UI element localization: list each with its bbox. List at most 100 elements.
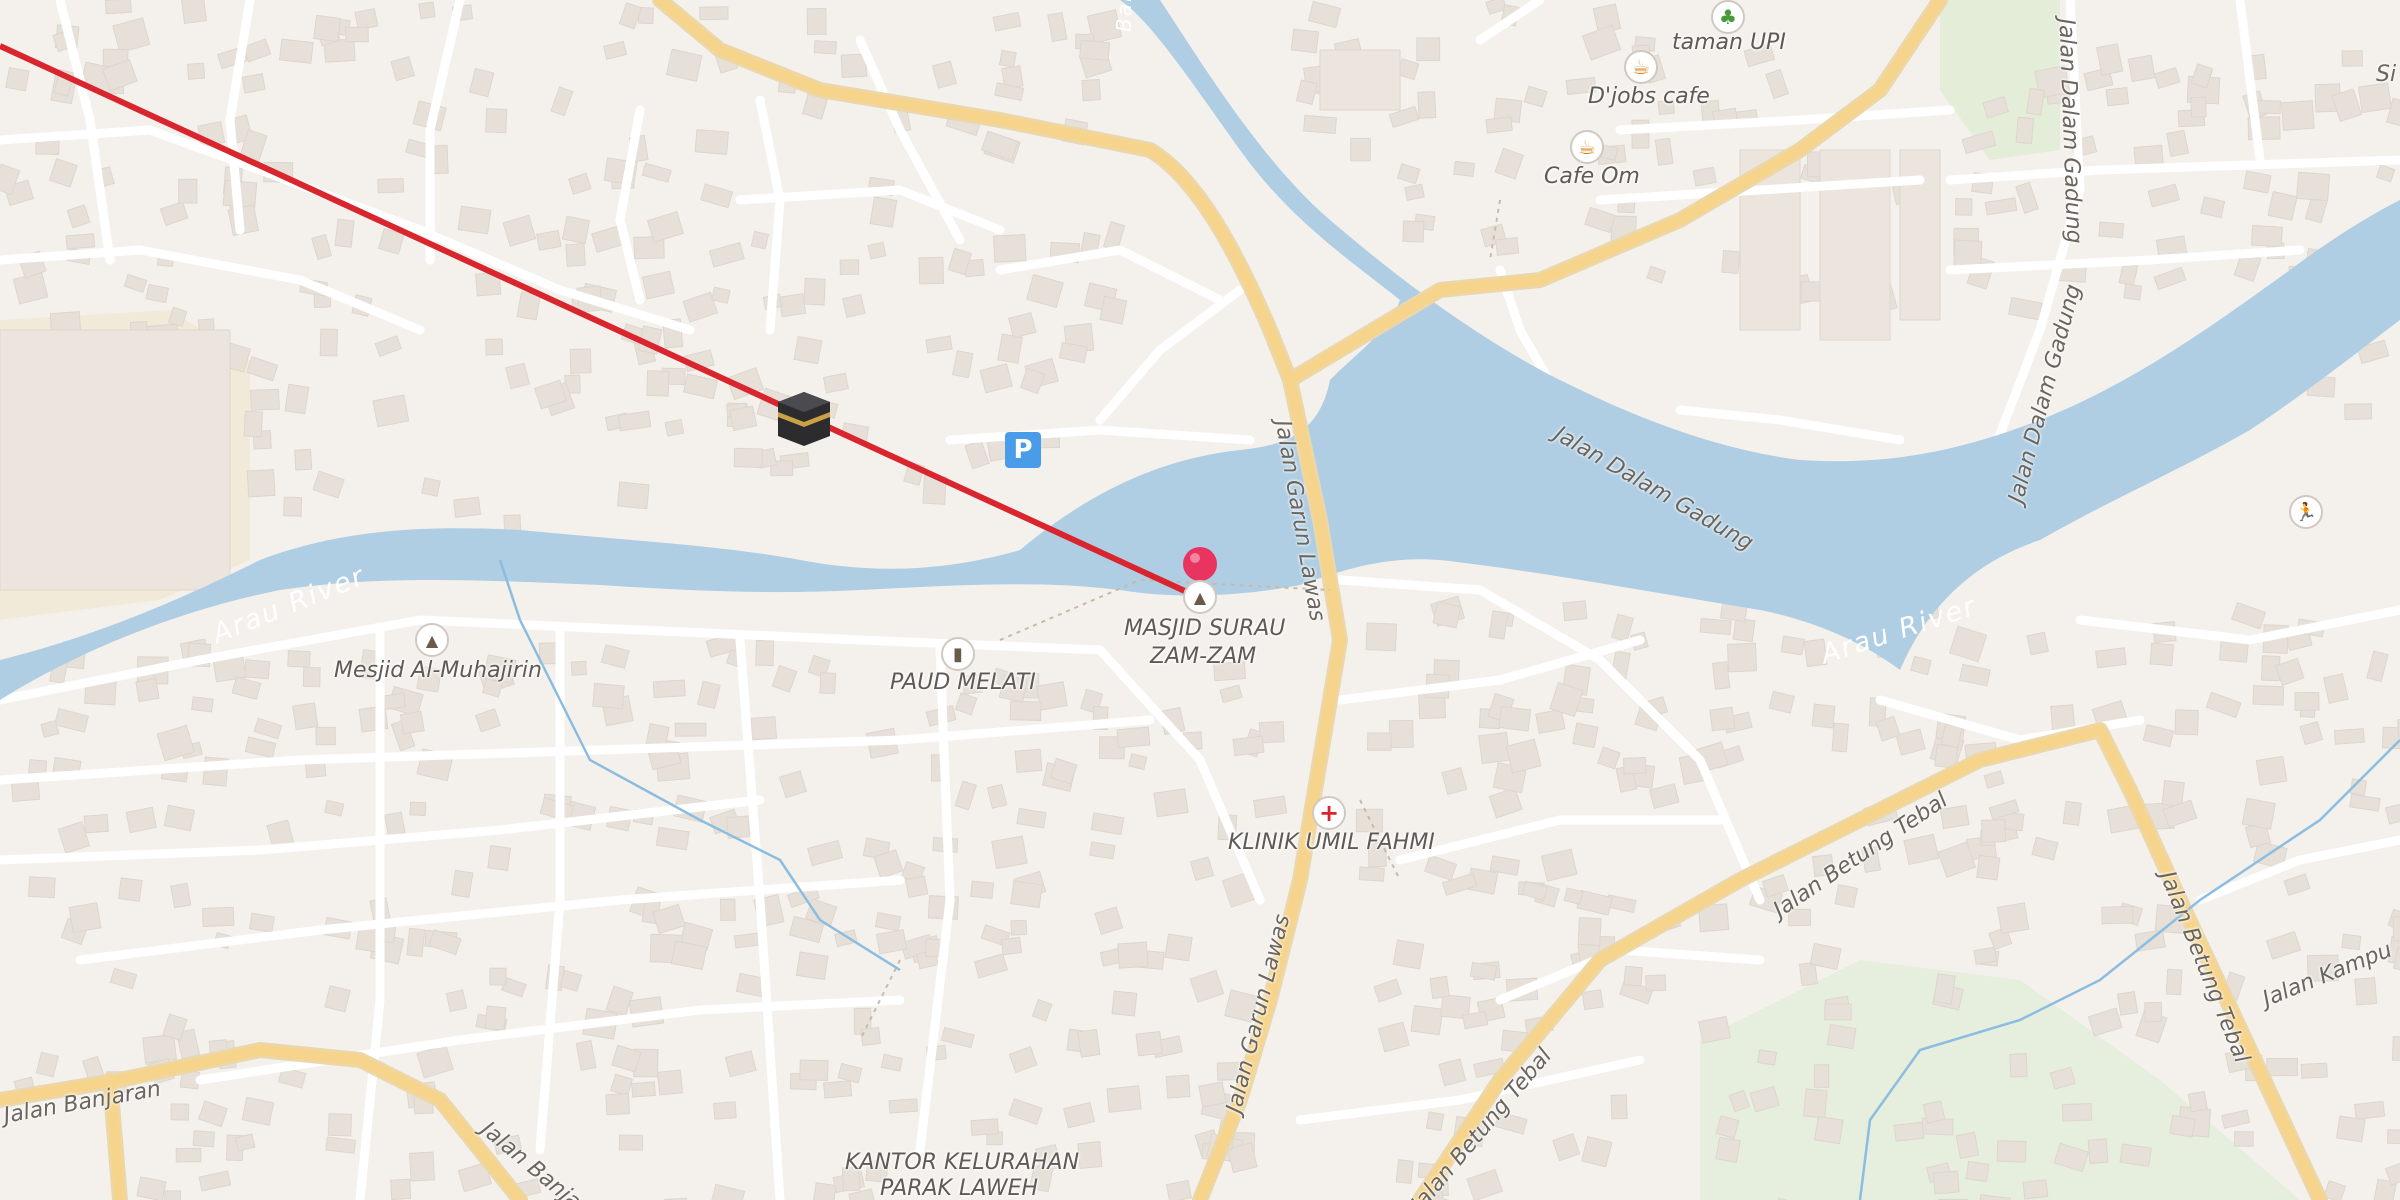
label-djobs-cafe[interactable]: D'jobs cafe — [1588, 84, 1710, 109]
building — [1106, 1085, 1142, 1113]
building — [1099, 295, 1128, 325]
label-klinik-umil-fahmi[interactable]: KLINIK UMIL FAHMI — [1228, 830, 1435, 855]
building — [145, 283, 170, 304]
mosque-icon[interactable]: ▲ — [1183, 580, 1217, 614]
building — [2221, 1109, 2251, 1129]
building — [646, 211, 685, 243]
building — [1584, 206, 1616, 234]
building — [1485, 116, 1513, 134]
cafe-icon[interactable]: ☕ — [1570, 130, 1604, 164]
building — [664, 418, 685, 437]
building — [1581, 24, 1622, 61]
building — [1164, 933, 1193, 962]
building — [1388, 719, 1414, 749]
label-kantor-line2[interactable]: PARAK LAWEH — [880, 1176, 1038, 1200]
building — [241, 1096, 275, 1126]
building — [2242, 170, 2272, 194]
building — [1932, 1170, 1960, 1195]
building — [1014, 748, 1043, 773]
label-masjid-surau-line2[interactable]: ZAM-ZAM — [1150, 644, 1256, 669]
building — [198, 1170, 232, 1192]
building — [1813, 1064, 1830, 1088]
cafe-glyph: ☕ — [1632, 55, 1650, 79]
cafe-icon[interactable]: ☕ — [1624, 50, 1658, 84]
building — [2190, 96, 2207, 118]
building — [616, 481, 650, 510]
building — [104, 0, 132, 15]
building — [390, 1178, 412, 1200]
label-taman-upi[interactable]: taman UPI — [1672, 30, 1786, 55]
building — [1563, 887, 1584, 906]
building — [755, 639, 775, 667]
building — [869, 196, 898, 228]
building — [405, 138, 430, 159]
building — [880, 1053, 904, 1072]
building — [418, 1, 436, 20]
label-masjid-surau-line1[interactable]: MASJID SURAU — [1124, 616, 1285, 641]
building — [992, 11, 1022, 32]
label-kantor-line1[interactable]: KANTOR KELURAHAN — [845, 1150, 1079, 1175]
label-cafe-om[interactable]: Cafe Om — [1544, 164, 1640, 189]
building — [244, 736, 277, 759]
building — [1577, 916, 1602, 947]
building — [750, 230, 770, 250]
mosque-icon[interactable]: ▲ — [415, 623, 449, 657]
building — [1495, 236, 1520, 257]
building — [246, 356, 279, 382]
building — [1910, 655, 1932, 676]
building — [1955, 198, 1973, 216]
building — [2199, 196, 2226, 219]
building — [2015, 181, 2039, 214]
building — [1826, 1023, 1857, 1050]
building — [600, 644, 630, 669]
building — [12, 271, 49, 305]
tree-icon[interactable]: ♣ — [1711, 0, 1745, 34]
building — [2153, 266, 2187, 291]
building — [2061, 1102, 2093, 1122]
building — [641, 270, 676, 300]
building — [1319, 49, 1401, 111]
building — [980, 130, 1019, 161]
building — [1800, 281, 1821, 302]
building — [1016, 807, 1047, 829]
building — [125, 806, 157, 834]
label-paud-melati[interactable]: PAUD MELATI — [890, 670, 1036, 695]
building — [1831, 722, 1849, 753]
building — [1025, 273, 1064, 309]
building — [5, 67, 30, 92]
building — [2241, 797, 2276, 830]
building — [2165, 968, 2183, 996]
building — [83, 813, 110, 834]
building — [142, 1033, 177, 1064]
building — [1581, 1135, 1613, 1168]
building — [1392, 939, 1425, 970]
kaaba-icon[interactable] — [776, 390, 832, 448]
label-mesjid-al-muhajirin[interactable]: Mesjid Al-Muhajirin — [334, 658, 542, 683]
building — [453, 496, 482, 518]
building — [874, 912, 902, 932]
map-canvas[interactable]: P ♣ ☕ ☕ ▲ ▲ ▮ + 🏃 taman UPI D'jobs cafe … — [0, 0, 2400, 1200]
building — [618, 1134, 644, 1151]
building — [1189, 856, 1215, 882]
building — [192, 1130, 215, 1148]
building — [175, 1147, 202, 1163]
building — [445, 989, 468, 1013]
building — [2062, 800, 2083, 826]
building — [1996, 902, 2030, 935]
building — [1940, 723, 1963, 749]
building — [2169, 1114, 2196, 1138]
building — [610, 1073, 634, 1097]
school-icon[interactable]: ▮ — [941, 637, 975, 671]
building — [315, 726, 336, 746]
building — [1290, 28, 1320, 54]
building — [1153, 788, 1189, 818]
parking-icon[interactable]: P — [1005, 432, 1041, 468]
building — [2333, 728, 2365, 745]
building — [1721, 249, 1741, 275]
sports-icon[interactable]: 🏃 — [2289, 495, 2323, 529]
building — [1699, 617, 1732, 636]
building — [1165, 1074, 1191, 1099]
clinic-icon[interactable]: + — [1312, 796, 1346, 830]
building — [1523, 85, 1548, 108]
building — [40, 719, 60, 739]
